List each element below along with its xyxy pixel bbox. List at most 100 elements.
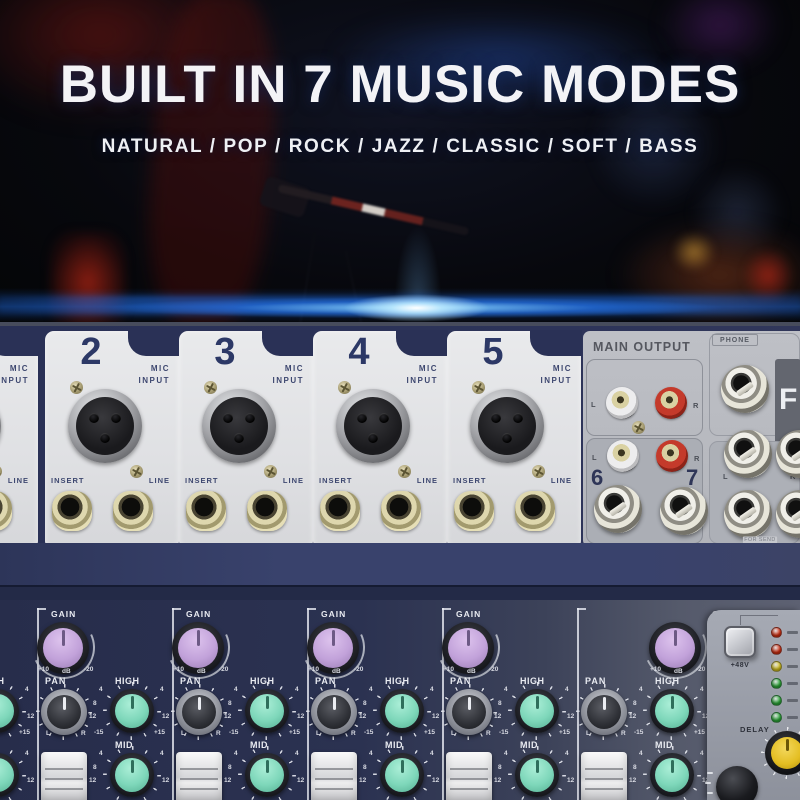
gain-knob	[655, 628, 695, 668]
xlr-connector	[202, 389, 276, 463]
mid-eq-knob	[385, 758, 419, 792]
gain-max-mark: -20	[696, 666, 705, 673]
xlr-pin	[513, 413, 523, 423]
gain-group: GAIN +10 dB -20	[442, 600, 577, 676]
led-caption	[787, 631, 798, 634]
left-channel-label: L	[591, 400, 596, 409]
panel-notch	[128, 330, 180, 356]
pan-right-mark: R	[351, 730, 356, 737]
pan-knob	[47, 695, 81, 729]
pan-left-mark: L	[451, 730, 455, 737]
xlr-pin	[245, 413, 255, 423]
mid-eq-knob-group: 4 4 8 12 12	[641, 748, 711, 800]
high-eq-knob	[385, 694, 419, 728]
insert-label: INSERT	[453, 476, 487, 485]
led-indicator	[771, 627, 782, 638]
fader-scale-tick	[705, 782, 711, 784]
led-caption	[787, 716, 798, 719]
xlr-pin	[379, 413, 389, 423]
cymbal-glint	[672, 232, 716, 272]
mixer-chassis-band	[0, 543, 800, 600]
pan-left-mark: L	[316, 730, 320, 737]
fader-scale-tick	[707, 792, 713, 794]
screw-icon	[130, 465, 143, 478]
gain-unit-mark: dB	[197, 668, 206, 675]
panel-notch	[0, 330, 39, 356]
led-caption	[787, 648, 798, 651]
left-channel-label: L	[723, 472, 728, 481]
high-eq-knob	[655, 694, 689, 728]
mid-eq-knob	[655, 758, 689, 792]
pan-knob	[452, 695, 486, 729]
gain-unit-mark: dB	[332, 668, 341, 675]
pan-right-mark: R	[81, 730, 86, 737]
high-eq-knob-group: 4 4 8 12 12 -15 +15	[0, 684, 36, 746]
screw-icon	[532, 465, 545, 478]
channel-panel: 2 MIC INPUT INSERT LINE	[45, 331, 179, 547]
gain-knob	[43, 628, 83, 668]
line-label: LINE	[417, 476, 438, 485]
xlr-pin	[491, 413, 501, 423]
right-channel-label: R	[694, 454, 699, 463]
quarter-inch-jack	[594, 485, 642, 533]
gain-min-mark: +10	[443, 666, 454, 673]
hero-background: BUILT IN 7 MUSIC MODES NATURAL / POP / R…	[0, 0, 800, 322]
gain-max-mark: -20	[354, 666, 363, 673]
xlr-pin	[368, 433, 378, 443]
xlr-face	[76, 397, 134, 455]
headphone-jack	[721, 365, 769, 413]
gain-min-mark: +10	[308, 666, 319, 673]
lens-flare-core	[344, 294, 489, 322]
screw-icon	[338, 381, 351, 394]
screw-icon	[398, 465, 411, 478]
mic-input-label: MIC INPUT	[541, 363, 573, 387]
channel-strip: GAIN +10 dB -20 PAN L R HIGH 4 4 8 12 12…	[442, 600, 577, 800]
panel-notch	[396, 330, 448, 356]
insert-jack	[186, 491, 226, 531]
led-caption	[787, 665, 798, 668]
pan-left-mark: L	[181, 730, 185, 737]
quarter-inch-jack	[776, 490, 800, 538]
pan-left-mark: L	[46, 730, 50, 737]
rca-jack-red	[656, 440, 688, 472]
channel-panel: 4 MIC INPUT INSERT LINE	[313, 331, 447, 547]
gain-max-mark: -20	[489, 666, 498, 673]
gain-knob	[313, 628, 353, 668]
channel-number: 4	[335, 331, 383, 374]
xlr-connector	[0, 389, 1, 463]
xlr-connector	[470, 389, 544, 463]
pan-right-mark: R	[486, 730, 491, 737]
phantom-power-button	[724, 626, 756, 658]
gain-min-mark: +10	[173, 666, 184, 673]
high-eq-knob	[250, 694, 284, 728]
fader-cap	[41, 752, 87, 800]
screw-icon	[0, 465, 2, 478]
screw-icon	[70, 381, 83, 394]
gain-unit-mark: dB	[674, 668, 683, 675]
routing-line	[740, 615, 778, 625]
mixer-knob-panel: GAIN +10 dB -20 PAN L R HIGH 4 4 8 12 12…	[0, 600, 800, 800]
channel-strip: GAIN +10 dB -20 PAN L R HIGH 4 4 8 12 12…	[0, 600, 37, 800]
xlr-pin	[234, 433, 244, 443]
master-section-panel: +48V DELAY	[707, 610, 800, 800]
channel-panel: MIC INPUT INSERT LINE	[0, 331, 38, 547]
fader-cap	[446, 752, 492, 800]
channel-number: 3	[201, 331, 249, 374]
line-label: LINE	[283, 476, 304, 485]
channel-panel: 5 MIC INPUT INSERT LINE	[447, 331, 581, 547]
channel-strip: GAIN +10 dB -20 PAN L R HIGH 4 4 8 12 12…	[172, 600, 307, 800]
xlr-pin	[502, 433, 512, 443]
gain-group: GAIN +10 dB -20	[307, 600, 442, 676]
insert-jack	[320, 491, 360, 531]
insert-label: INSERT	[185, 476, 219, 485]
led-indicator	[771, 712, 782, 723]
jack-number-6: 6	[591, 465, 603, 491]
high-eq-knob	[115, 694, 149, 728]
light-beam	[368, 140, 468, 310]
line-label: LINE	[149, 476, 170, 485]
quarter-inch-jack	[724, 490, 772, 538]
gain-knob	[448, 628, 488, 668]
phones-label: PHONE	[712, 334, 758, 346]
insert-label: INSERT	[319, 476, 353, 485]
high-eq-knob	[520, 694, 554, 728]
